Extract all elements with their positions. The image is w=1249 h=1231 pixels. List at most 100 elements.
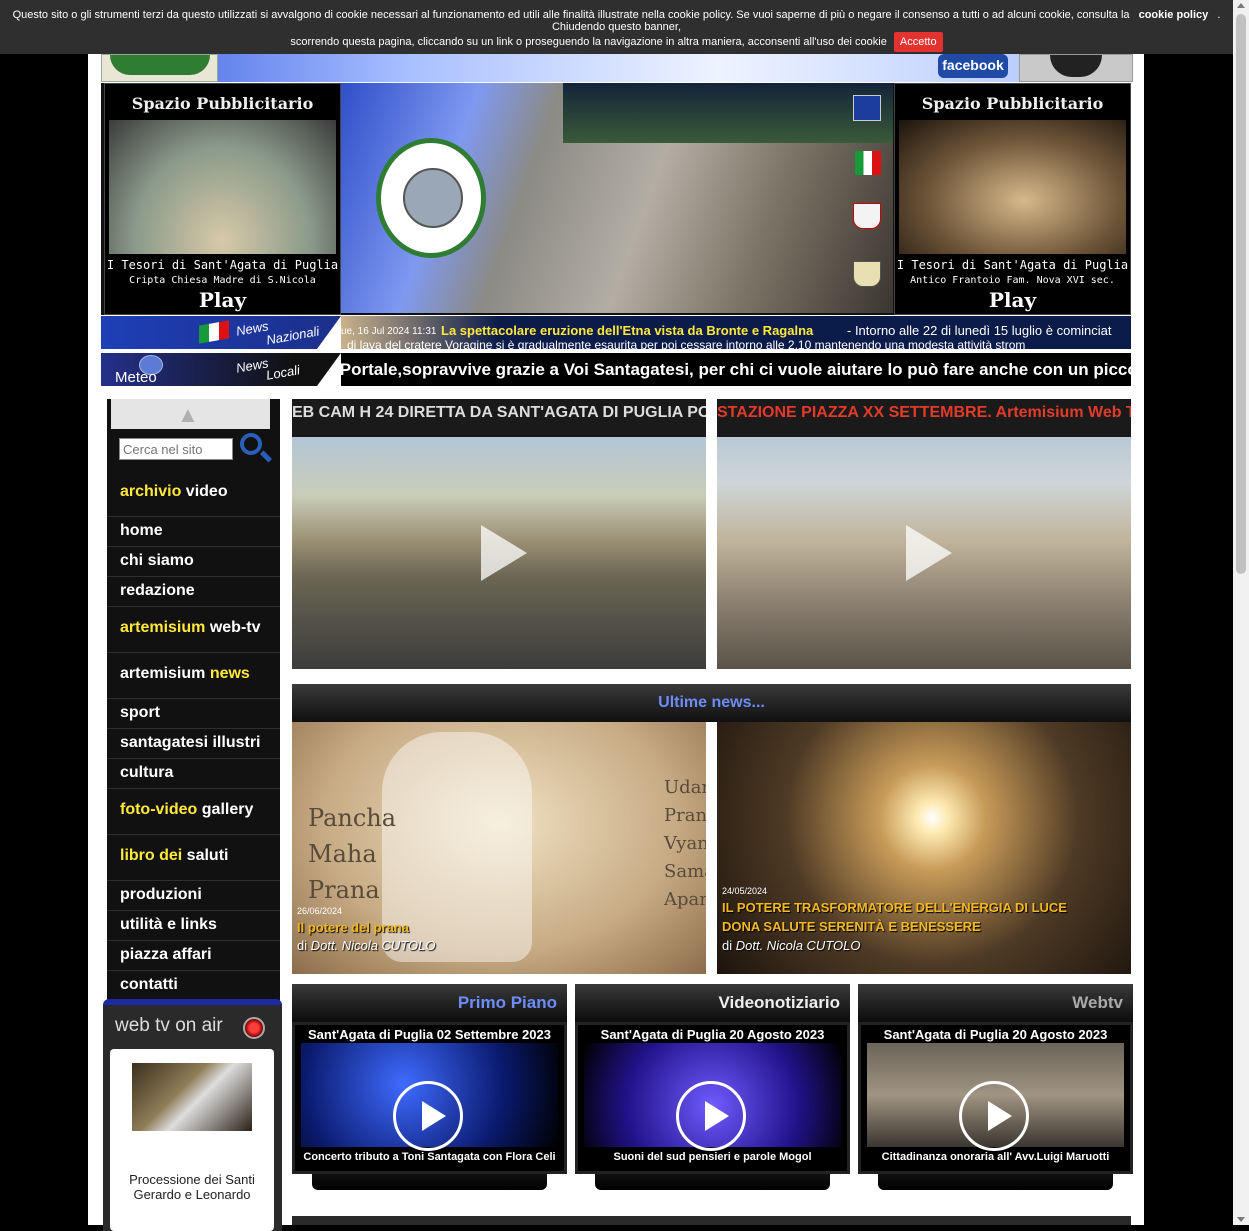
ad-right-line1: I Tesori di Sant'Agata di Puglia (896, 258, 1129, 272)
webcam-1-image[interactable] (292, 437, 706, 669)
eu-flag-icon (853, 95, 881, 121)
news-card-light[interactable]: 24/05/2024 IL POTERE TRASFORMATORE DELL'… (717, 722, 1131, 974)
puzzle-icon: ▲ (177, 402, 199, 427)
video-section-title[interactable]: Videonotiziario (575, 984, 850, 1022)
on-air-card[interactable]: Processione dei Santi Gerardo e Leonardo (110, 1049, 274, 1231)
sidebar-item-artemisium-web-tv[interactable]: artemisium web-tv (107, 607, 280, 653)
menu-label-part: artemisium (120, 665, 210, 682)
news-author: di Dott. Nicola CUTOLO (297, 938, 435, 953)
sidebar-item-sport[interactable]: sport (107, 699, 280, 729)
on-air-caption[interactable]: Processione dei Santi Gerardo e Leonardo (110, 1172, 274, 1202)
ticker-label-locali: Locali (264, 362, 302, 383)
webcam-2-title: STAZIONE PIAZZA XX SETTEMBRE. Artemisium… (717, 399, 1131, 437)
association-logo[interactable] (101, 54, 218, 82)
sidebar-item-piazza-affari[interactable]: piazza affari (107, 941, 280, 971)
menu-label-part: utilità e links (120, 916, 217, 933)
sidebar-item-contatti[interactable]: contatti (107, 971, 280, 1001)
ticker-label-news: News (234, 355, 270, 376)
scroll-up-icon[interactable] (1237, 3, 1245, 8)
video-section-title[interactable]: Primo Piano (292, 984, 567, 1022)
play-icon[interactable] (392, 1081, 463, 1151)
sidebar-item-santagatesi-illustri[interactable]: santagatesi illustri (107, 729, 280, 759)
menu-label-part: libro dei (120, 847, 183, 864)
sidebar-item-artemisium-news[interactable]: artemisium news (107, 653, 280, 699)
news-title[interactable]: IL POTERE TRASFORMATORE DELL'ENERGIA DI … (722, 900, 1067, 915)
news-card-prana[interactable]: Pancha Maha Prana Udan Pran Vyan Sama Ap… (292, 722, 706, 974)
webcam-1[interactable]: EB CAM H 24 DIRETTA DA SANT'AGATA DI PUG… (292, 399, 706, 669)
sidebar-item-redazione[interactable]: redazione (107, 577, 280, 607)
webcam-2[interactable]: STAZIONE PIAZZA XX SETTEMBRE. Artemisium… (717, 399, 1131, 669)
news-title-line2[interactable]: DONA SALUTE SERENITÀ E BENESSERE (722, 919, 981, 934)
sidebar-item-libro-dei-saluti[interactable]: libro dei saluti (107, 835, 280, 881)
word: Pancha (308, 804, 397, 832)
search-icon[interactable] (240, 433, 273, 463)
ticker-headline[interactable]: La spettacolare eruzione dell'Etna vista… (441, 323, 813, 338)
facebook-button[interactable]: facebook (938, 54, 1008, 78)
search-input[interactable] (119, 438, 233, 460)
play-icon[interactable] (675, 1081, 746, 1151)
video-videonotiziario[interactable]: Videonotiziario Sant'Agata di Puglia 20 … (575, 984, 850, 1216)
video-caption: Concerto tributo a Toni Santagata con Fl… (303, 1151, 556, 1163)
ad-left-line1: I Tesori di Sant'Agata di Puglia (106, 258, 339, 272)
ad-left-line2: Cripta Chiesa Madre di S.Nicola (129, 275, 316, 286)
sidebar-item-cultura[interactable]: cultura (107, 759, 280, 789)
scrollbar[interactable] (1233, 0, 1249, 1225)
play-icon[interactable] (481, 525, 527, 581)
scrollbar-thumb[interactable] (1236, 14, 1246, 574)
word: Maha (308, 840, 377, 868)
tv-screen[interactable]: Sant'Agata di Puglia 20 Agosto 2023 Citt… (858, 1022, 1133, 1174)
video-section-title[interactable]: Webtv (858, 984, 1133, 1022)
ticker-snippet-line2: di lava del cratere Voragine si è gradua… (347, 338, 1026, 349)
play-icon[interactable] (906, 525, 952, 581)
procession-thumbnail[interactable] (132, 1063, 252, 1131)
national-news-ticker[interactable]: News Nazionali ue, 16 Jul 2024 11:31 La … (101, 316, 1131, 349)
tv-screen[interactable]: Sant'Agata di Puglia 02 Settembre 2023 C… (292, 1022, 567, 1174)
latest-news-heading: Ultime news... (292, 684, 1131, 722)
ticker-label-news: News (234, 318, 270, 339)
sidebar-item-produzioni[interactable]: produzioni (107, 881, 280, 911)
accept-cookie-button[interactable]: Accetto (893, 32, 943, 52)
menu-label-part: redazione (120, 582, 195, 599)
sidebar-item-archivio-video[interactable]: archivio video (107, 471, 280, 517)
local-news-label: Meteo News Locali (101, 353, 341, 386)
local-news-ticker[interactable]: Meteo News Locali to Portale,sopravvive … (101, 353, 1131, 386)
menu-label-part: archivio (120, 483, 182, 500)
sidebar: ▲ archivio video home chi siamo redazione ar… (103, 399, 282, 1231)
menu-label-part: news (209, 665, 250, 682)
video-primo-piano[interactable]: Primo Piano Sant'Agata di Puglia 02 Sett… (292, 984, 567, 1216)
author-prefix: di (297, 938, 311, 953)
ad-left[interactable]: Spazio Pubblicitario I Tesori di Sant'Ag… (104, 83, 341, 315)
sidebar-item-foto-video-gallery[interactable]: foto-video gallery (107, 789, 280, 835)
web-tv-on-air: web tv on air Processione dei Santi Gera… (103, 999, 282, 1231)
sidebar-item-utilit-e-links[interactable]: utilità e links (107, 911, 280, 941)
menu-label-part: piazza affari (120, 946, 212, 963)
national-news-text[interactable]: ue, 16 Jul 2024 11:31 La spettacolare er… (341, 316, 1131, 349)
ad-right[interactable]: Spazio Pubblicitario I Tesori di Sant'Ag… (894, 83, 1131, 315)
town-panorama (341, 83, 893, 313)
sidebar-item-home[interactable]: home (107, 517, 280, 547)
tv-screen[interactable]: Sant'Agata di Puglia 20 Agosto 2023 Suon… (575, 1022, 850, 1174)
local-news-text[interactable]: to Portale,sopravvive grazie a Voi Santa… (341, 353, 1131, 386)
ad-right-title: Spazio Pubblicitario (921, 94, 1104, 113)
webcam-2-image[interactable] (717, 437, 1131, 669)
news-title[interactable]: Il potere del prana (297, 920, 409, 935)
play-icon[interactable] (958, 1081, 1029, 1151)
cookie-banner: Questo sito o gli strumenti terzi da que… (0, 0, 1233, 54)
town-logo[interactable] (1019, 54, 1133, 82)
ad-left-title: Spazio Pubblicitario (131, 94, 314, 113)
news-date: 24/05/2024 (722, 886, 768, 896)
page: facebook Spazio Pubblicitario I Tesori d… (88, 0, 1144, 1231)
tv-stand (312, 1174, 547, 1190)
association-seal-icon (376, 138, 486, 258)
national-news-label: News Nazionali (101, 316, 341, 349)
ad-right-play[interactable]: Play (895, 288, 1130, 312)
menu-label-part: home (120, 522, 163, 539)
cookie-policy-link[interactable]: cookie policy (1139, 9, 1209, 21)
ad-left-play[interactable]: Play (105, 288, 340, 312)
menu-label-part: sport (120, 704, 160, 721)
video-webtv[interactable]: Webtv Sant'Agata di Puglia 20 Agosto 202… (858, 984, 1133, 1216)
italy-flag-icon (855, 151, 881, 175)
sidebar-item-chi-siamo[interactable]: chi siamo (107, 547, 280, 577)
meteo-link[interactable]: Meteo (115, 369, 157, 386)
scroll-down-icon[interactable] (1237, 1217, 1245, 1222)
